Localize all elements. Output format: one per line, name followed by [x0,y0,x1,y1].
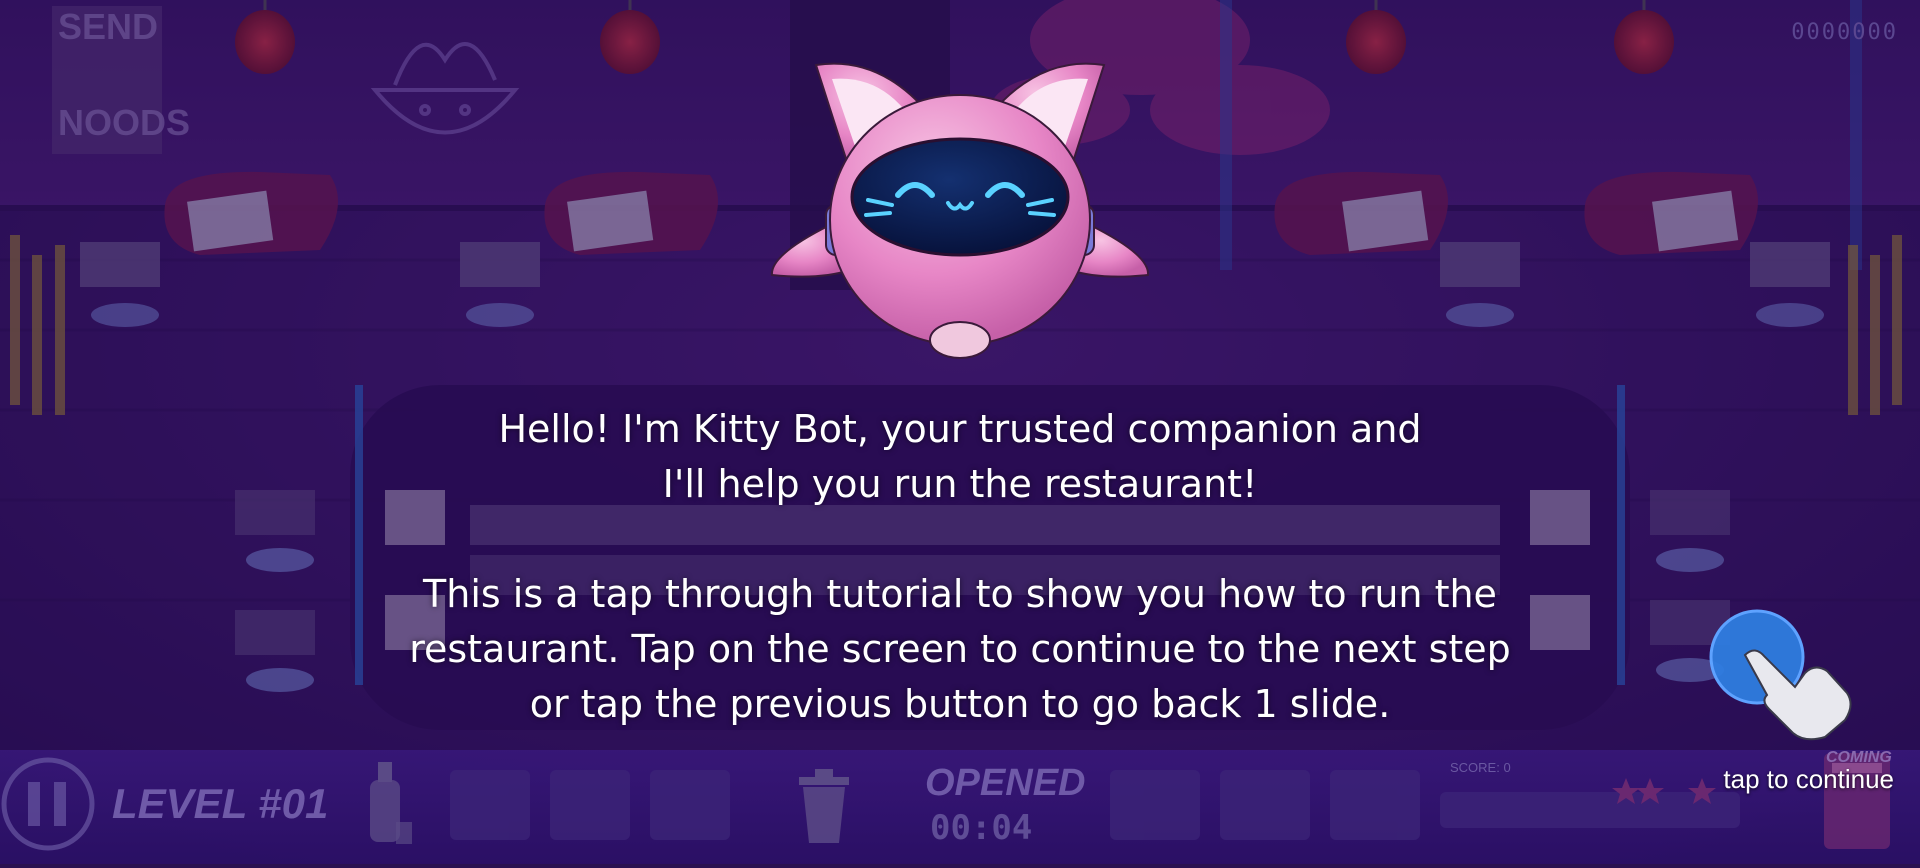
tutorial-line: restaurant. Tap on the screen to continu… [409,627,1511,671]
tap-to-continue-label[interactable]: tap to continue [1723,764,1894,795]
tutorial-dialog[interactable]: Hello! I'm Kitty Bot, your trusted compa… [380,402,1540,732]
trash-icon [799,769,849,843]
ingredient-slots [440,765,750,845]
tutorial-line: Hello! I'm Kitty Bot, your trusted compa… [498,407,1422,451]
trash-button[interactable] [793,767,855,847]
top-right-counter: 0000000 [1791,20,1898,45]
tutorial-line: I'll help you run the restaurant! [662,462,1258,506]
hand-pointer-icon [1709,609,1852,741]
restaurant-status: OPENED [925,762,1086,804]
tutorial-line: This is a tap through tutorial to show y… [423,572,1497,616]
score-bar [1440,778,1750,838]
tutorial-line: or tap the previous button to go back 1 … [529,682,1391,726]
poster-text: SEND NOODS [58,6,191,143]
kitty-bot [760,55,1160,365]
sake-bottle-icon[interactable] [366,762,416,852]
order-slots [1100,765,1430,845]
pause-icon [1,757,95,851]
score-label: SCORE: 0 [1450,760,1511,775]
level-label: LEVEL #01 [112,780,329,827]
pause-button[interactable] [0,752,100,852]
timer: 00:04 [930,808,1033,848]
tap-to-continue-button[interactable] [1705,605,1895,745]
